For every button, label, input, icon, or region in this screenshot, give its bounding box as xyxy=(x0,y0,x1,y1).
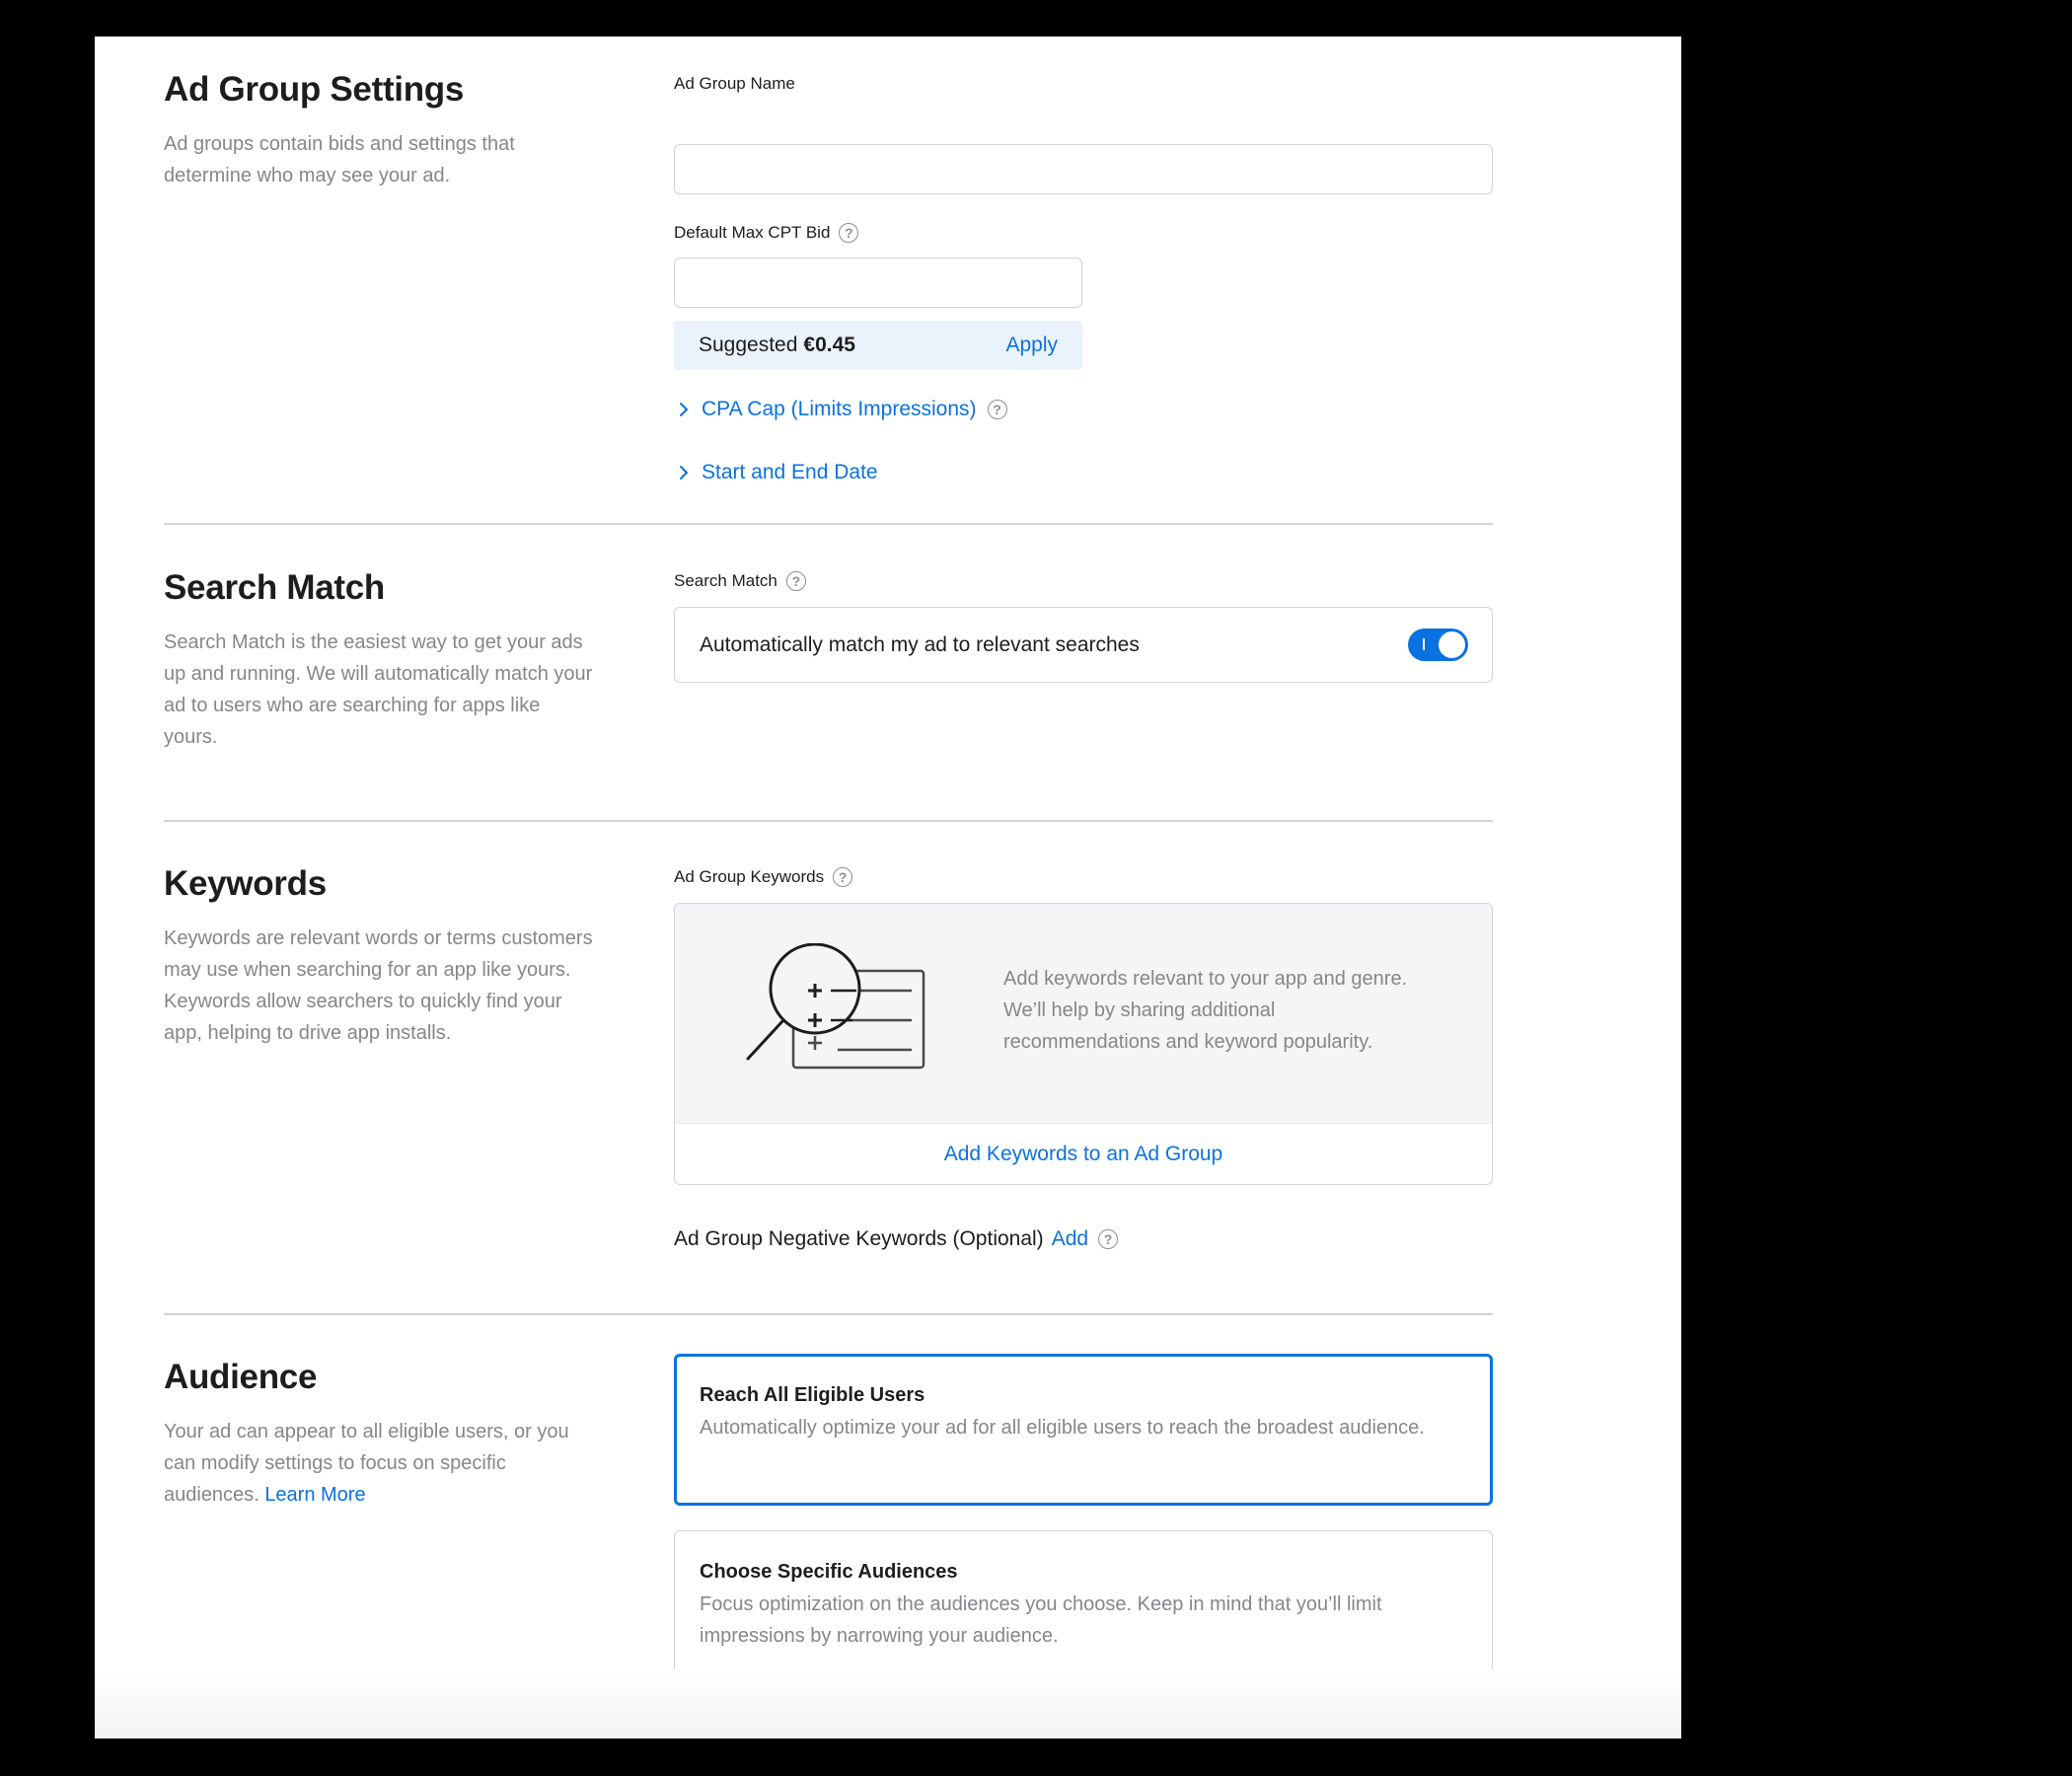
section-divider xyxy=(164,523,1493,525)
ad-group-name-label: Ad Group Name xyxy=(674,72,1493,96)
suggested-label: Suggested xyxy=(699,333,798,356)
section-description: Keywords are relevant words or terms cus… xyxy=(164,927,593,1044)
ad-group-name-input[interactable] xyxy=(674,144,1493,194)
suggested-value: €0.45 xyxy=(803,333,855,356)
negative-keywords-row: Ad Group Negative Keywords (Optional) Ad… xyxy=(674,1227,1119,1251)
keywords-empty-text: Add keywords relevant to your app and ge… xyxy=(1003,968,1408,1053)
help-circle-icon[interactable]: ? xyxy=(1098,1229,1119,1249)
option-title: Choose Specific Audiences xyxy=(700,1561,958,1583)
option-title: Reach All Eligible Users xyxy=(700,1384,925,1406)
search-match-toggle[interactable] xyxy=(1408,629,1468,661)
search-match-form: Search Match ? Automatically match my ad… xyxy=(674,569,1493,683)
option-description: Focus optimization on the audiences you … xyxy=(700,1593,1382,1647)
ad-group-settings-section: Ad Group Settings Ad groups contain bids… xyxy=(95,37,1681,530)
ad-group-settings-form: Ad Group Name Default Max CPT Bid ? Sugg… xyxy=(674,72,1493,483)
section-title: Ad Group Settings xyxy=(164,70,465,109)
page: Ad Group Settings Ad groups contain bids… xyxy=(95,37,1681,1739)
audience-description-text: Your ad can appear to all eligible users… xyxy=(164,1421,569,1506)
chevron-right-icon xyxy=(680,403,688,416)
section-title: Search Match xyxy=(164,568,385,607)
start-end-date-disclosure[interactable]: Start and End Date xyxy=(674,461,878,484)
cpa-cap-label: CPA Cap (Limits Impressions) xyxy=(702,398,977,420)
section-title: Keywords xyxy=(164,864,327,903)
search-match-section: Search Match Search Match is the easiest… xyxy=(95,530,1681,826)
section-description: Search Match is the easiest way to get y… xyxy=(164,631,593,748)
negative-keywords-label: Ad Group Negative Keywords (Optional) xyxy=(674,1227,1044,1250)
reach-all-users-option[interactable]: Reach All Eligible Users Automatically o… xyxy=(674,1354,1493,1506)
keywords-intro: Keywords Keywords are relevant words or … xyxy=(164,863,598,1049)
search-match-label-text: Search Match xyxy=(674,571,777,590)
section-divider xyxy=(164,820,1493,822)
page-bottom-fade xyxy=(95,1669,1681,1739)
default-max-cpt-bid-input[interactable] xyxy=(674,258,1082,308)
option-description: Automatically optimize your ad for all e… xyxy=(700,1417,1425,1439)
add-keywords-button[interactable]: Add Keywords to an Ad Group xyxy=(675,1123,1492,1184)
apply-suggested-bid-button[interactable]: Apply xyxy=(1005,333,1058,357)
suggested-bid-banner: Suggested €0.45 Apply xyxy=(674,321,1082,370)
toggle-knob xyxy=(1439,631,1465,658)
audience-intro: Audience Your ad can appear to all eligi… xyxy=(164,1357,598,1511)
keywords-section: Keywords Keywords are relevant words or … xyxy=(95,826,1681,1349)
ad-group-keywords-label: Ad Group Keywords ? xyxy=(674,865,1493,889)
help-circle-icon[interactable]: ? xyxy=(839,223,859,243)
search-match-intro: Search Match Search Match is the easiest… xyxy=(164,567,598,753)
add-negative-keywords-button[interactable]: Add xyxy=(1052,1227,1088,1251)
section-description: Ad groups contain bids and settings that… xyxy=(164,133,515,186)
keywords-empty-panel: Add keywords relevant to your app and ge… xyxy=(675,904,1492,1123)
keywords-empty-state: Add keywords relevant to your app and ge… xyxy=(674,903,1493,1185)
ad-group-name-label-text: Ad Group Name xyxy=(674,74,795,93)
chevron-right-icon xyxy=(680,466,688,480)
learn-more-link[interactable]: Learn More xyxy=(264,1484,365,1506)
suggested-bid-text: Suggested €0.45 xyxy=(699,333,855,357)
help-circle-icon[interactable]: ? xyxy=(785,571,806,591)
ad-group-keywords-label-text: Ad Group Keywords xyxy=(674,867,825,886)
search-match-label: Search Match ? xyxy=(674,569,1493,593)
toggle-on-mark xyxy=(1423,638,1425,650)
start-end-date-label: Start and End Date xyxy=(702,461,878,483)
search-match-toggle-row: Automatically match my ad to relevant se… xyxy=(674,607,1493,683)
section-description: Your ad can appear to all eligible users… xyxy=(164,1416,598,1511)
search-match-toggle-label: Automatically match my ad to relevant se… xyxy=(700,632,1140,656)
default-max-cpt-bid-label: Default Max CPT Bid ? xyxy=(674,221,859,245)
help-circle-icon[interactable]: ? xyxy=(833,867,853,887)
section-title: Audience xyxy=(164,1358,318,1396)
specific-audiences-option[interactable]: Choose Specific Audiences Focus optimiza… xyxy=(674,1530,1493,1681)
magnifier-list-icon xyxy=(746,943,925,1070)
section-divider xyxy=(164,1313,1493,1315)
help-circle-icon[interactable]: ? xyxy=(987,400,1007,419)
ad-group-settings-intro: Ad Group Settings Ad groups contain bids… xyxy=(164,69,598,191)
keywords-form: Ad Group Keywords ? Add keywords relevan… xyxy=(674,865,1493,1250)
cpa-cap-disclosure[interactable]: CPA Cap (Limits Impressions) ? xyxy=(674,398,1007,421)
default-max-cpt-bid-label-text: Default Max CPT Bid xyxy=(674,223,831,242)
